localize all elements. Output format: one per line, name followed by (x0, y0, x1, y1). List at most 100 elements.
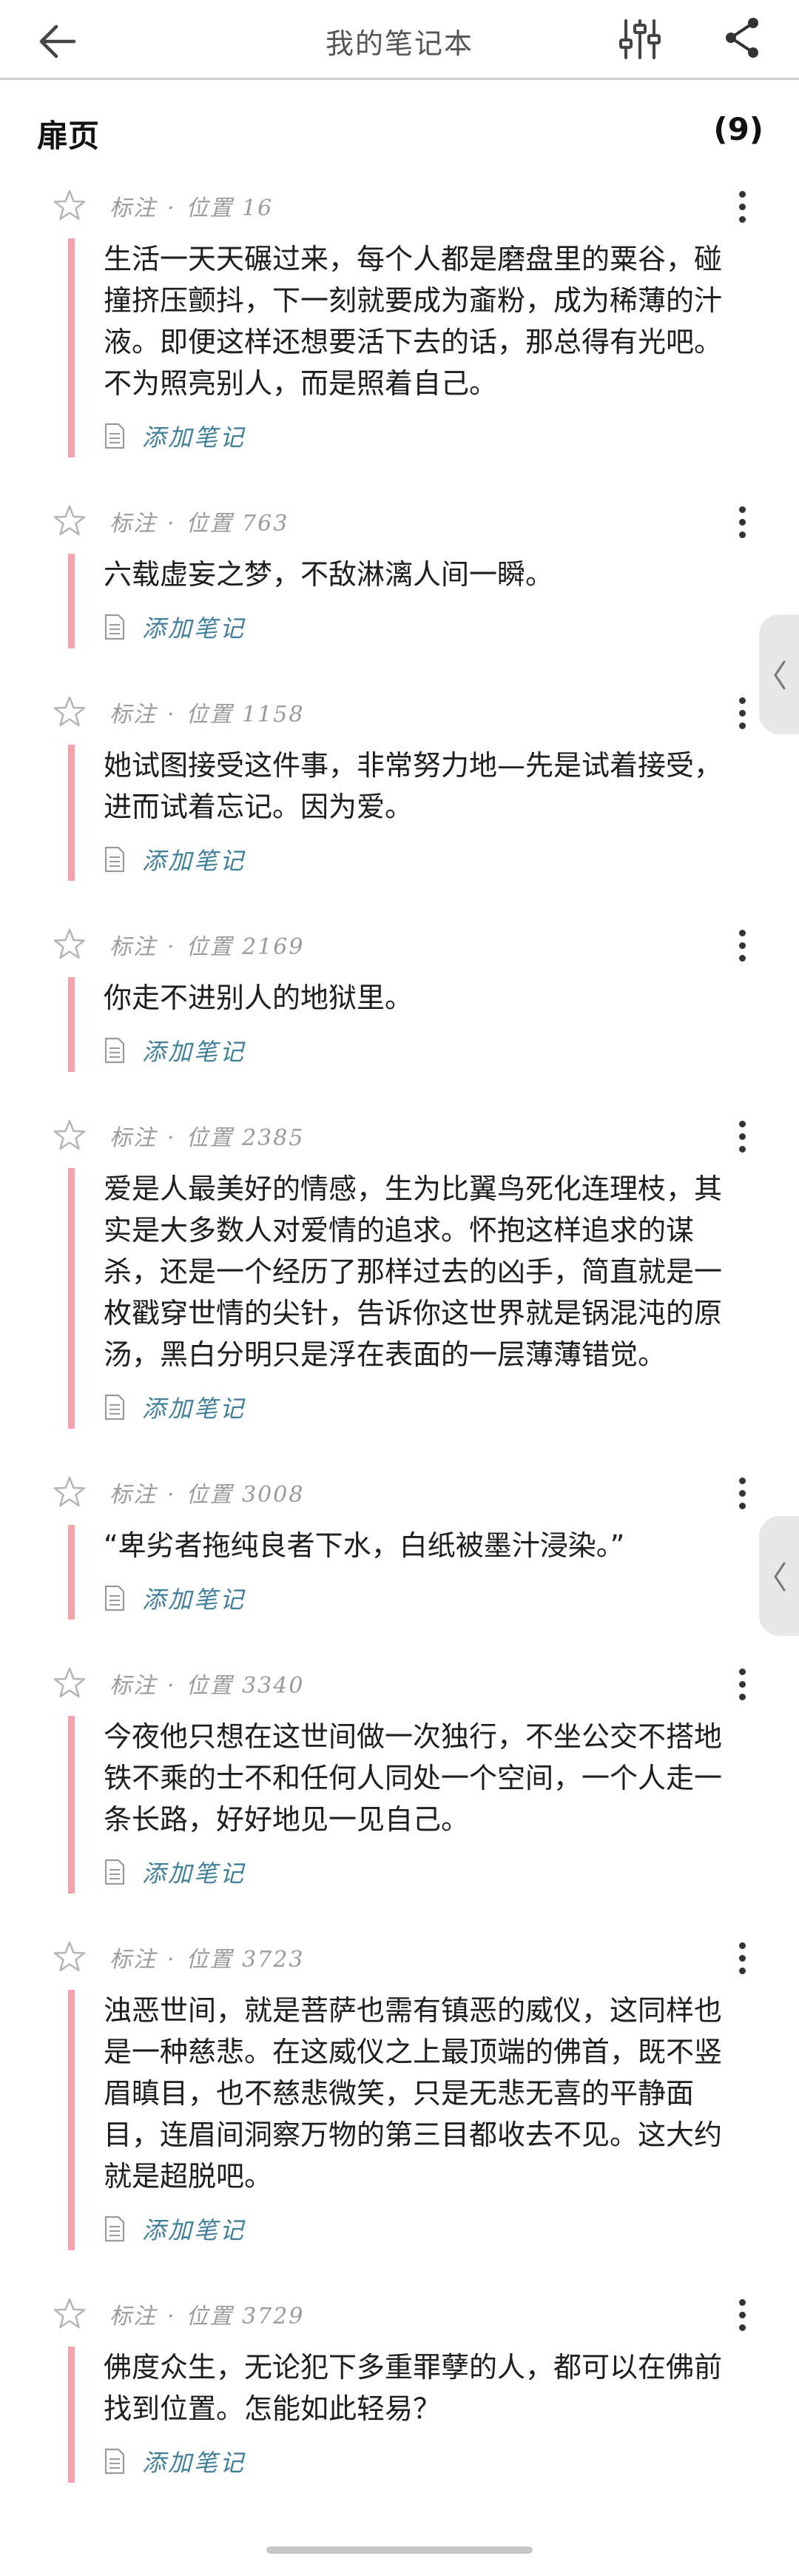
more-options-button[interactable] (731, 1938, 753, 1982)
location-label: 位置 2385 (186, 1125, 305, 1151)
add-note-label: 添加笔记 (142, 1395, 246, 1423)
note-icon (104, 1859, 125, 1885)
item-header: 标注 · 位置 2169 (0, 916, 799, 977)
quote-block: 你走不进别人的地狱里。 添加笔记 (68, 977, 725, 1082)
highlight-bar (68, 2347, 75, 2483)
annotation-type: 标注 (109, 1125, 157, 1151)
share-button[interactable] (716, 12, 768, 64)
meta-separator: · (167, 1125, 176, 1151)
meta-separator: · (167, 195, 176, 221)
location-label: 位置 3729 (186, 2304, 305, 2330)
meta-separator: · (167, 1947, 176, 1973)
item-header: 标注 · 位置 763 (0, 493, 799, 554)
quote-block: 生活一天天碾过来，每个人都是磨盘里的粟谷，碰撞挤压颤抖，下一刻就要成为齑粉，成为… (68, 238, 725, 468)
annotation-type: 标注 (109, 2304, 157, 2330)
more-vertical-icon (731, 1668, 753, 1700)
meta-separator: · (167, 934, 176, 960)
list-item: 标注 · 位置 3008 “卑劣者拖纯良者下水，白纸被墨汁浸染。” 添加笔记 (0, 1464, 799, 1655)
note-icon (104, 846, 125, 873)
item-header: 标注 · 位置 3723 (0, 1929, 799, 1990)
add-note-button[interactable]: 添加笔记 (104, 1375, 725, 1439)
location-label: 位置 1158 (186, 702, 305, 728)
filter-sliders-icon (619, 19, 661, 59)
star-button[interactable] (52, 1939, 87, 1975)
highlight-bar (68, 238, 75, 457)
note-icon (104, 2216, 125, 2242)
annotation-type: 标注 (109, 511, 157, 537)
quote-text: 今夜他只想在这世间做一次独行，不坐公交不搭地铁不乘的士不和任何人同处一个空间，一… (104, 1720, 723, 1836)
list-item: 标注 · 位置 3729 佛度众生，无论犯下多重罪孽的人，都可以在佛前找到位置。怎能… (0, 2286, 799, 2518)
item-meta: 标注 · 位置 763 (109, 505, 289, 537)
star-button[interactable] (52, 1666, 87, 1701)
filter-button[interactable] (614, 13, 666, 65)
star-button[interactable] (52, 1118, 87, 1153)
location-label: 位置 3008 (186, 1482, 305, 1508)
more-options-button[interactable] (731, 1116, 753, 1161)
note-icon (104, 2448, 125, 2475)
quote-text: 佛度众生，无论犯下多重罪孽的人，都可以在佛前找到位置。怎能如此轻易？ (104, 2351, 723, 2425)
quote-text: 浊恶世间，就是菩萨也需有镇恶的威仪，这同样也是一种慈悲。在这威仪之上最顶端的佛首… (104, 1994, 723, 2193)
more-vertical-icon (731, 930, 753, 962)
quote-text: 爱是人最美好的情感，生为比翼鸟死化连理枝，其实是大多数人对爱情的追求。怀抱这样追… (104, 1173, 723, 1371)
highlight-bar (68, 1990, 75, 2250)
more-options-button[interactable] (731, 2295, 753, 2339)
add-note-button[interactable]: 添加笔记 (104, 1566, 725, 1630)
add-note-label: 添加笔记 (142, 2449, 246, 2477)
item-header: 标注 · 位置 3729 (0, 2286, 799, 2347)
more-vertical-icon (731, 1121, 753, 1153)
star-button[interactable] (52, 927, 87, 962)
add-note-button[interactable]: 添加笔记 (104, 404, 725, 468)
quote-block: 爱是人最美好的情感，生为比翼鸟死化连理枝，其实是大多数人对爱情的追求。怀抱这样追… (68, 1168, 725, 1439)
add-note-label: 添加笔记 (142, 423, 246, 452)
note-icon (104, 423, 125, 449)
star-icon (53, 1476, 86, 1507)
location-label: 位置 3340 (186, 1673, 305, 1699)
quote-block: 她试图接受这件事，非常努力地—先是试着接受，进而试着忘记。因为爱。 添加笔记 (68, 745, 725, 891)
add-note-button[interactable]: 添加笔记 (104, 828, 725, 891)
side-drawer-handle[interactable] (759, 614, 799, 734)
home-indicator[interactable] (266, 2546, 533, 2554)
highlight-bar (68, 977, 75, 1072)
more-vertical-icon (731, 191, 753, 223)
note-icon (104, 1037, 125, 1064)
star-button[interactable] (52, 503, 87, 539)
add-note-button[interactable]: 添加笔记 (104, 1840, 725, 1904)
location-label: 位置 763 (186, 511, 289, 537)
annotation-type: 标注 (109, 195, 157, 221)
meta-separator: · (167, 511, 176, 537)
star-button[interactable] (52, 2296, 87, 2332)
star-icon (53, 2298, 86, 2329)
item-header: 标注 · 位置 2385 (0, 1107, 799, 1168)
more-options-button[interactable] (731, 187, 753, 231)
annotation-type: 标注 (109, 934, 157, 960)
star-button[interactable] (52, 694, 87, 730)
more-options-button[interactable] (731, 502, 753, 546)
location-label: 位置 2169 (186, 934, 305, 960)
list-item: 标注 · 位置 763 六载虚妄之梦，不敌淋漓人间一瞬。 添加笔记 (0, 493, 799, 684)
more-options-button[interactable] (731, 693, 753, 737)
list-item: 标注 · 位置 3723 浊恶世间，就是菩萨也需有镇恶的威仪，这同样也是一种慈悲。在… (0, 1929, 799, 2286)
add-note-button[interactable]: 添加笔记 (104, 595, 725, 659)
star-button[interactable] (52, 1475, 87, 1510)
add-note-button[interactable]: 添加笔记 (104, 2429, 725, 2493)
more-options-button[interactable] (731, 1664, 753, 1708)
star-button[interactable] (52, 188, 87, 224)
chevron-left-icon (774, 660, 786, 690)
item-meta: 标注 · 位置 16 (109, 189, 273, 222)
star-icon (53, 1667, 86, 1698)
list-item: 标注 · 位置 1158 她试图接受这件事，非常努力地—先是试着接受，进而试着忘记。… (0, 684, 799, 916)
more-options-button[interactable] (731, 1473, 753, 1517)
item-header: 标注 · 位置 16 (0, 178, 799, 238)
add-note-button[interactable]: 添加笔记 (104, 1019, 725, 1082)
star-icon (53, 505, 86, 536)
meta-separator: · (167, 1673, 176, 1699)
more-options-button[interactable] (731, 925, 753, 970)
note-icon (104, 614, 125, 640)
star-icon (53, 696, 86, 727)
annotation-type: 标注 (109, 1482, 157, 1508)
list-item: 标注 · 位置 2169 你走不进别人的地狱里。 添加笔记 (0, 916, 799, 1107)
list-item: 标注 · 位置 16 生活一天天碾过来，每个人都是磨盘里的粟谷，碰撞挤压颤抖，下一刻… (0, 178, 799, 493)
add-note-label: 添加笔记 (142, 1859, 246, 1888)
side-drawer-handle[interactable] (759, 1516, 799, 1636)
add-note-button[interactable]: 添加笔记 (104, 2197, 725, 2261)
